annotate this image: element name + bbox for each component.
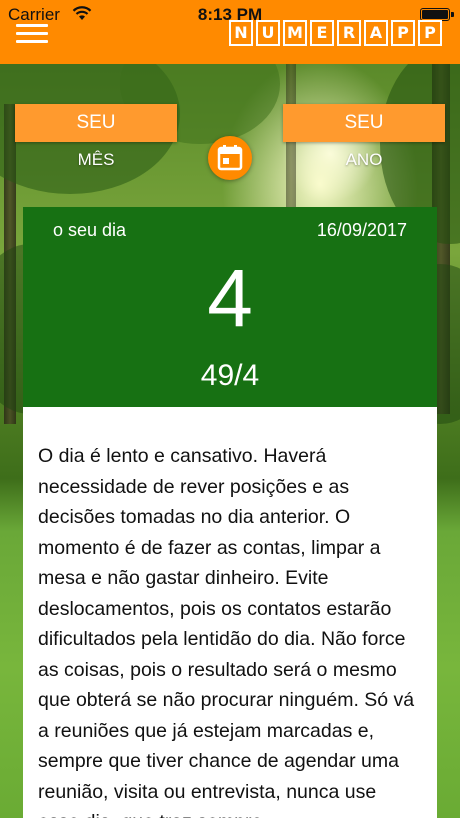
day-number: 4 [207, 253, 253, 344]
month-label: MÊS [77, 150, 115, 169]
day-number-reduction: 49/4 [200, 359, 260, 392]
year-button[interactable]: SEU [283, 104, 445, 142]
logo-letter: A [364, 20, 388, 46]
logo-letter: P [391, 20, 415, 46]
logo-letter: P [418, 20, 442, 46]
logo-letter: R [337, 20, 361, 46]
logo-letter: E [310, 20, 334, 46]
date-label: 16/09/2017 [316, 220, 407, 240]
logo-letter: N [229, 20, 253, 46]
day-label: o seu dia [53, 220, 127, 240]
logo-letter: U [256, 20, 280, 46]
calendar-button[interactable] [208, 136, 252, 180]
year-label: ANO [345, 150, 383, 169]
app-logo: N U M E R A P P [229, 20, 442, 46]
description-text: O dia é lento e cansativo. Haverá necess… [38, 445, 415, 818]
description-panel[interactable]: O dia é lento e cansativo. Haverá necess… [23, 407, 437, 818]
logo-letter: M [283, 20, 307, 46]
day-number-card: o seu dia 16/09/2017 4 49/4 [23, 207, 437, 407]
calendar-icon [217, 145, 243, 171]
top-navigation-bar: Carrier 8:13 PM N U M E R A P P [0, 0, 460, 64]
hamburger-menu-button[interactable] [16, 24, 48, 44]
month-button[interactable]: SEU [15, 104, 177, 142]
